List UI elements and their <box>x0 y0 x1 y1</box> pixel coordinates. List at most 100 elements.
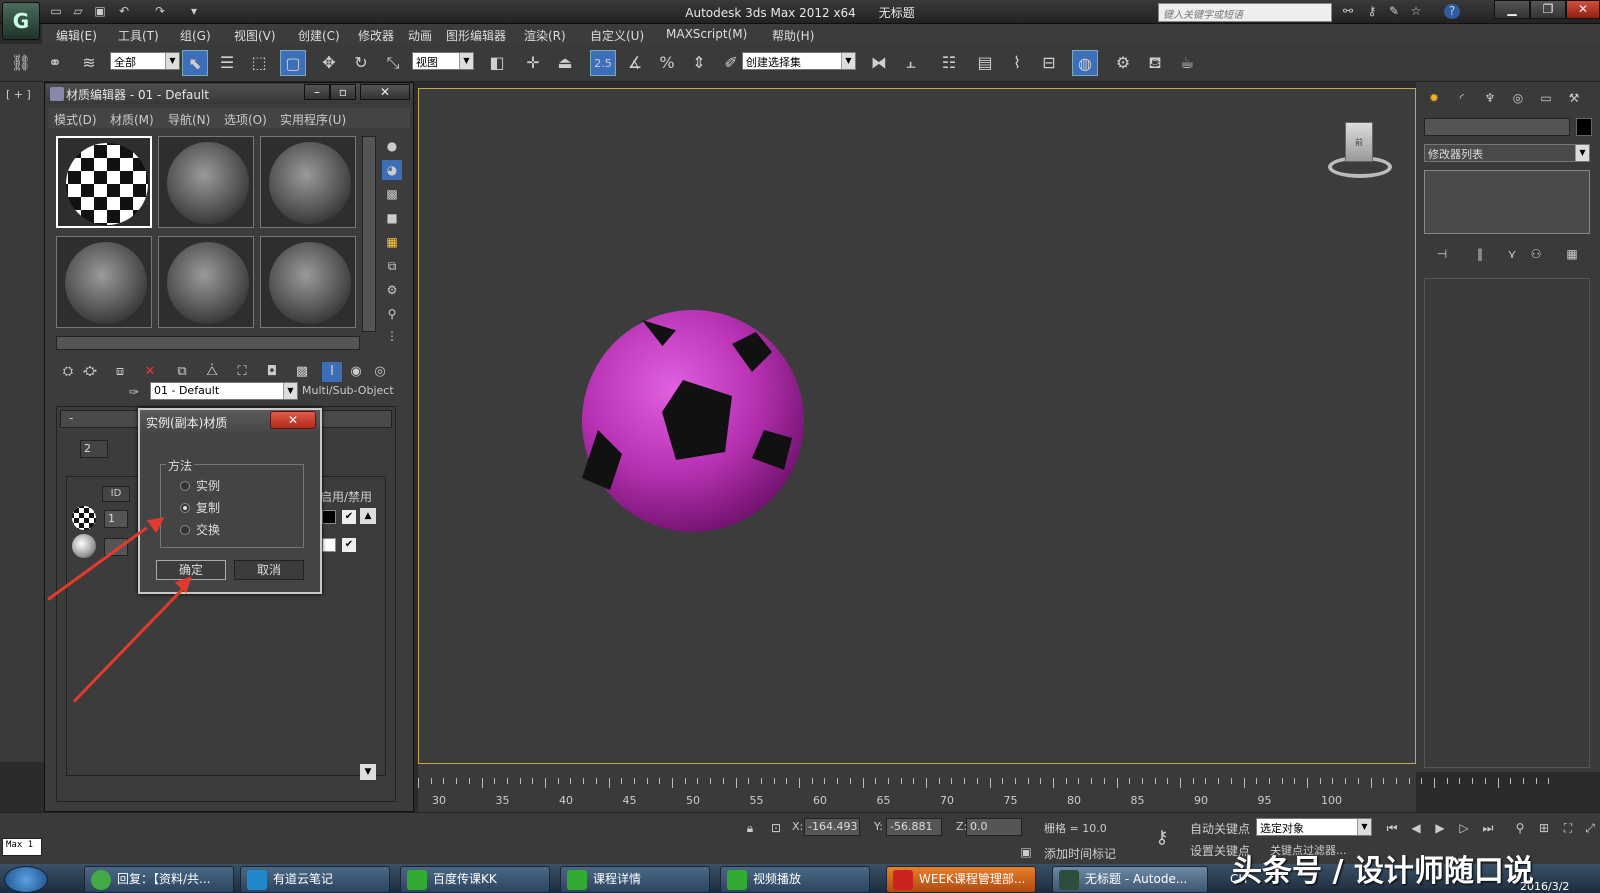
modifier-list-dropdown[interactable]: 修改器列表 ▼ <box>1424 144 1590 162</box>
material-slot-1[interactable] <box>56 136 152 228</box>
task-3dsmax[interactable]: 无标题 - Autode... <box>1052 866 1208 893</box>
auto-key-button[interactable]: 自动关键点 <box>1190 820 1250 837</box>
selected-object-dropdown[interactable]: 选定对象 ▼ <box>1256 818 1372 836</box>
sub-mat-1-color[interactable] <box>322 510 336 524</box>
sub-mat-2-preview[interactable] <box>72 534 96 558</box>
object-color-swatch[interactable] <box>1576 118 1592 136</box>
ref-coord-dropdown[interactable]: 视图 ▼ <box>412 52 474 70</box>
ribbon-icon[interactable]: ▤ <box>972 50 998 76</box>
material-slot-3[interactable] <box>260 136 356 228</box>
spinner-snap-icon[interactable]: ⇕ <box>686 50 712 76</box>
favorites-star-icon[interactable]: ☆ <box>1408 4 1424 19</box>
reset-map-icon[interactable]: ✕ <box>140 362 160 382</box>
y-coord-field[interactable]: -56.881 <box>886 818 942 836</box>
menu-create[interactable]: 创建(C) <box>298 27 340 44</box>
mat-maximize-button[interactable]: ▫ <box>330 84 356 100</box>
play-icon[interactable]: ▶ <box>1430 818 1450 838</box>
modify-tab-icon[interactable]: ◜ <box>1452 88 1472 108</box>
sample-type-icon[interactable]: ● <box>382 136 402 156</box>
create-tab-icon[interactable]: ✹ <box>1424 88 1444 108</box>
sub-mat-1-preview[interactable] <box>72 506 96 530</box>
sub-mat-2-color[interactable] <box>322 538 336 552</box>
rotate-icon[interactable]: ↻ <box>348 50 374 76</box>
pin-stack-icon[interactable]: ⊣ <box>1432 244 1452 264</box>
pivot-center-icon[interactable]: ◧ <box>484 50 510 76</box>
menu-maxscript[interactable]: MAXScript(M) <box>666 27 747 41</box>
get-material-icon[interactable]: ⛭ <box>58 362 78 382</box>
binoculars-icon[interactable]: ⚯ <box>1340 4 1356 19</box>
redo-icon[interactable]: ↷ <box>152 4 168 19</box>
configure-sets-icon[interactable]: ▦ <box>1562 244 1582 264</box>
edit-named-sel-icon[interactable]: ✐ <box>718 50 744 76</box>
move-icon[interactable]: ✥ <box>316 50 342 76</box>
selection-filter-dropdown[interactable]: 全部 ▼ <box>110 52 180 70</box>
uv-tiling-icon[interactable]: ■ <box>382 208 402 228</box>
eyedropper-icon[interactable]: ✑ <box>124 382 144 402</box>
menu-rendering[interactable]: 渲染(R) <box>524 27 566 44</box>
sub-mat-1-enable-checkbox[interactable]: ✔ <box>342 510 356 524</box>
cancel-button[interactable]: 取消 <box>234 560 304 580</box>
mat-menu-utilities[interactable]: 实用程序(U) <box>280 111 346 128</box>
menu-edit[interactable]: 编辑(E) <box>56 27 97 44</box>
mat-menu-options[interactable]: 选项(O) <box>224 111 267 128</box>
go-to-parent-icon[interactable]: ◉ <box>346 362 366 382</box>
put-to-library-icon[interactable]: ⛶ <box>232 362 252 382</box>
material-type-button[interactable]: Multi/Sub-Object <box>302 384 394 397</box>
curve-editor-icon[interactable]: ⌇ <box>1004 50 1030 76</box>
show-end-result-mat-icon[interactable]: Ⅰ <box>322 362 342 382</box>
slot-vertical-scrollbar[interactable] <box>362 136 376 332</box>
keyboard-shortcut-icon[interactable]: ⏏ <box>552 50 578 76</box>
app-menu-button[interactable]: G <box>2 2 40 40</box>
background-icon[interactable]: ▩ <box>382 184 402 204</box>
window-crossing-icon[interactable]: ▢ <box>280 50 306 76</box>
task-qq-reply[interactable]: 回复：【资料/共... <box>84 866 234 893</box>
mirror-icon[interactable]: ⧓ <box>866 50 892 76</box>
rendered-frame-icon[interactable]: ⛾ <box>1142 50 1168 76</box>
start-button[interactable] <box>4 866 48 893</box>
maximize-button[interactable]: ❐ <box>1530 0 1566 19</box>
bind-spacewarp-icon[interactable]: ≋ <box>76 50 102 76</box>
sub-mat-1-id[interactable]: 1 <box>104 510 128 528</box>
list-scroll-up-icon[interactable]: ▲ <box>360 508 376 524</box>
minimize-button[interactable]: ▁ <box>1494 0 1530 19</box>
menu-modifiers[interactable]: 修改器 <box>358 27 394 44</box>
copy-material-icon[interactable]: ⧉ <box>172 362 192 382</box>
percent-snap-icon[interactable]: % <box>654 50 680 76</box>
set-key-icon[interactable]: ⚷ <box>1152 828 1172 848</box>
layer-manager-icon[interactable]: ☷ <box>936 50 962 76</box>
copy-radio-label[interactable]: 复制 <box>196 499 220 516</box>
menu-customize[interactable]: 自定义(U) <box>590 27 644 44</box>
menu-graph-editors[interactable]: 图形编辑器 <box>446 27 506 44</box>
video-color-check-icon[interactable]: ▦ <box>382 232 402 252</box>
menu-help[interactable]: 帮助(H) <box>772 27 814 44</box>
make-unique-mat-icon[interactable]: ⧊ <box>202 362 222 382</box>
select-manipulate-icon[interactable]: ✛ <box>520 50 546 76</box>
open-file-icon[interactable]: ▱ <box>70 4 86 19</box>
go-forward-sibling-icon[interactable]: ◎ <box>370 362 390 382</box>
soccer-ball-object[interactable] <box>582 310 804 532</box>
quick-access-dropdown-icon[interactable]: ▾ <box>186 4 202 19</box>
link-icon[interactable]: ⛓ <box>8 50 34 76</box>
close-button[interactable]: ✕ <box>1566 0 1600 19</box>
task-youdao-note[interactable]: 有道云笔记 <box>240 866 390 893</box>
id-column-header[interactable]: ID <box>102 486 130 502</box>
time-tag-icon[interactable]: ▣ <box>1016 842 1036 862</box>
material-map-navigator-icon[interactable]: ⋮ <box>382 326 402 346</box>
maximize-viewport-icon[interactable]: ⤢ <box>1580 818 1600 838</box>
material-count-field[interactable]: 2 <box>80 440 108 458</box>
task-course-details[interactable]: 课程详情 <box>560 866 710 893</box>
angle-snap-icon[interactable]: ∡ <box>622 50 648 76</box>
key-icon[interactable]: ⚷ <box>1364 4 1380 19</box>
modifier-stack[interactable] <box>1424 170 1590 234</box>
display-tab-icon[interactable]: ▭ <box>1536 88 1556 108</box>
perspective-viewport[interactable] <box>418 88 1416 764</box>
make-unique-icon[interactable]: ⋎ <box>1502 244 1522 264</box>
snap-toggle-icon[interactable]: 2.5 <box>590 50 616 76</box>
instance-radio[interactable] <box>180 481 190 491</box>
slot-horizontal-scrollbar[interactable] <box>56 336 360 350</box>
menu-view[interactable]: 视图(V) <box>234 27 276 44</box>
show-end-result-icon[interactable]: ‖ <box>1470 244 1490 264</box>
lock-selection-icon[interactable]: 🔒︎ <box>740 818 760 838</box>
material-slot-6[interactable] <box>260 236 356 328</box>
undo-icon[interactable]: ↶ <box>116 4 132 19</box>
